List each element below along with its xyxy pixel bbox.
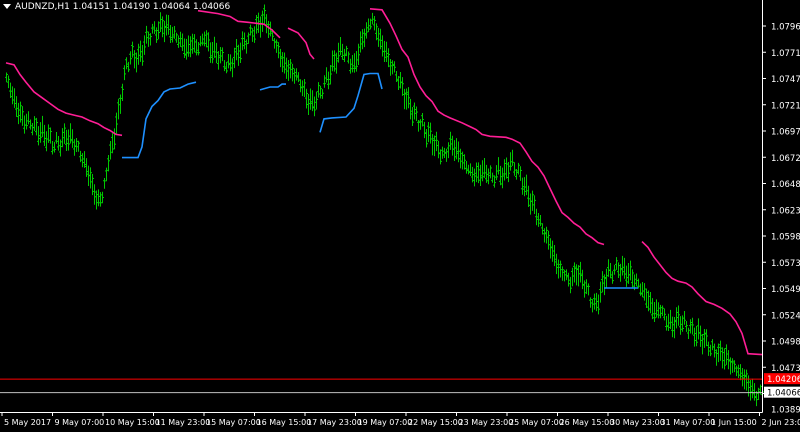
time-tick-label: 25 May 07:00 [509,418,564,427]
price-levels [0,378,762,394]
bid-label: 1.04066 [767,389,800,399]
collapse-triangle-icon[interactable] [3,4,11,9]
price-tick-label: 1.06481 [771,180,800,190]
lower-band-line [259,83,286,91]
price-tick-label: 1.05246 [771,311,800,321]
price-tick-label: 1.05491 [771,285,800,295]
time-tick-label: 1 Jun 15:00 [711,418,757,427]
time-tick-label: 19 May 07:00 [358,418,413,427]
price-tick-label: 1.07961 [771,23,800,33]
time-tick-label: 31 May 07:00 [661,418,716,427]
time-tick-label: 10 May 15:00 [105,418,160,427]
red-level-label: 1.04206 [767,375,800,385]
time-tick-label: 16 May 15:00 [257,418,312,427]
time-tick-label: 23 May 23:00 [459,418,514,427]
time-tick-label: 15 May 07:00 [206,418,261,427]
price-tick-label: 1.04736 [771,364,800,374]
price-tick-label: 1.07716 [771,49,800,59]
close-value: 1.04066 [193,2,231,12]
upper-band-line [287,27,315,60]
time-tick-label: 26 May 15:00 [560,418,615,427]
time-tick-label: 22 May 15:00 [408,418,463,427]
price-marker-label: 1.03896 [771,406,800,416]
price-tick-label: 1.07216 [771,101,800,111]
price-tick-label: 1.07471 [771,75,800,85]
lower-band-line [319,72,383,133]
symbol-header[interactable]: AUDNZD,H1 1.04151 1.04190 1.04064 1.0406… [3,2,230,12]
price-tick-label: 1.06971 [771,128,800,138]
time-tick-label: 11 May 23:00 [156,418,211,427]
price-tick-label: 1.05981 [771,233,800,243]
upper-band-line [369,8,605,246]
price-tick-label: 1.05736 [771,259,800,269]
price-tick-label: 1.06236 [771,206,800,216]
symbol-label: AUDNZD,H1 [15,2,70,12]
axes: 1.07961 1.07716 1.07471 1.07216 1.06971 1.067… [0,0,800,427]
lower-band-line [122,81,197,159]
time-tick-label: 9 May 07:00 [55,418,105,427]
price-bars [5,4,764,407]
high-value: 1.04190 [112,2,151,12]
chart-canvas[interactable]: 1.07961 1.07716 1.07471 1.07216 1.06971 1.067… [0,0,800,432]
price-tick-label: 1.04981 [771,338,800,348]
time-tick-label: 5 May 2017 [4,418,51,427]
time-tick-label: 2 Jun 23:00 [762,418,800,427]
time-tick-label: 30 May 23:00 [610,418,665,427]
price-tick-label: 1.06726 [771,154,800,164]
low-value: 1.04064 [152,2,191,12]
open-value: 1.04151 [72,2,110,12]
time-tick-label: 17 May 23:00 [307,418,362,427]
